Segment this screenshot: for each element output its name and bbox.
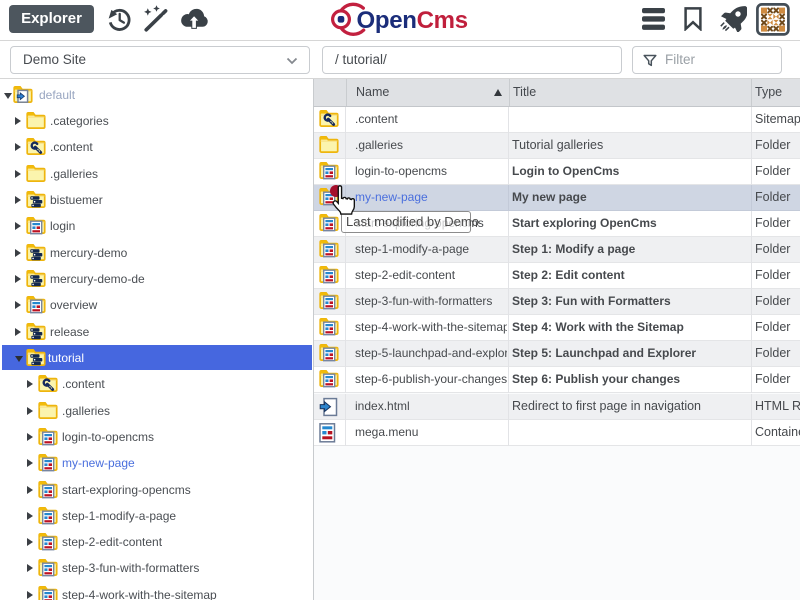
svg-text:OpenCms: OpenCms: [357, 7, 468, 34]
